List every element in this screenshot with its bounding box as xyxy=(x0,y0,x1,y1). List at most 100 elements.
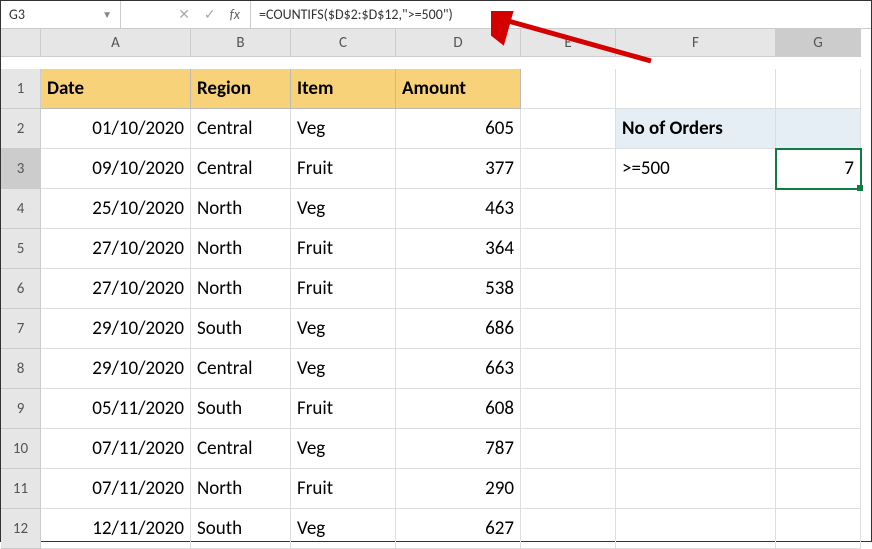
cell-G8[interactable] xyxy=(776,349,861,389)
cell-date[interactable]: 27/10/2020 xyxy=(41,229,191,269)
cell-amount[interactable]: 463 xyxy=(396,189,521,229)
cell-E2[interactable] xyxy=(521,109,616,149)
col-header-E[interactable]: E xyxy=(521,29,616,57)
cell-G5[interactable] xyxy=(776,229,861,269)
cancel-icon[interactable]: ✕ xyxy=(178,6,190,23)
cell-region[interactable]: South xyxy=(191,389,291,429)
cell-E12[interactable] xyxy=(521,509,616,549)
cell-region[interactable]: North xyxy=(191,469,291,509)
cell-region[interactable]: South xyxy=(191,309,291,349)
cell-E7[interactable] xyxy=(521,309,616,349)
summary-result[interactable]: 7 xyxy=(776,149,861,189)
cell-F7[interactable] xyxy=(616,309,776,349)
cell-G4[interactable] xyxy=(776,189,861,229)
col-header-F[interactable]: F xyxy=(616,29,776,57)
cell-amount[interactable]: 608 xyxy=(396,389,521,429)
chevron-down-icon[interactable]: ▼ xyxy=(102,8,112,21)
summary-title[interactable]: No of Orders xyxy=(616,109,776,149)
cell-amount[interactable]: 290 xyxy=(396,469,521,509)
cell-date[interactable]: 29/10/2020 xyxy=(41,309,191,349)
cell-item[interactable]: Veg xyxy=(291,109,396,149)
cell-date[interactable]: 29/10/2020 xyxy=(41,349,191,389)
cell-amount[interactable]: 787 xyxy=(396,429,521,469)
header-region[interactable]: Region xyxy=(191,69,291,109)
cell-item[interactable]: Veg xyxy=(291,349,396,389)
cell-E11[interactable] xyxy=(521,469,616,509)
cell-date[interactable]: 07/11/2020 xyxy=(41,469,191,509)
cell-G1[interactable] xyxy=(776,69,861,109)
cell-F5[interactable] xyxy=(616,229,776,269)
cell-E1[interactable] xyxy=(521,69,616,109)
cell-amount[interactable]: 627 xyxy=(396,509,521,549)
col-header-C[interactable]: C xyxy=(291,29,396,57)
spreadsheet-grid[interactable]: A B C D E F G 1 Date Region Item Amount … xyxy=(1,29,871,549)
cell-region[interactable]: North xyxy=(191,229,291,269)
cell-date[interactable]: 27/10/2020 xyxy=(41,269,191,309)
col-header-A[interactable]: A xyxy=(41,29,191,57)
header-amount[interactable]: Amount xyxy=(396,69,521,109)
select-all-corner[interactable] xyxy=(1,29,41,57)
cell-F4[interactable] xyxy=(616,189,776,229)
col-header-G[interactable]: G xyxy=(776,29,861,57)
cell-G11[interactable] xyxy=(776,469,861,509)
cell-E10[interactable] xyxy=(521,429,616,469)
row-header-3[interactable]: 3 xyxy=(1,149,41,189)
cell-amount[interactable]: 663 xyxy=(396,349,521,389)
cell-amount[interactable]: 605 xyxy=(396,109,521,149)
cell-item[interactable]: Fruit xyxy=(291,229,396,269)
accept-icon[interactable]: ✓ xyxy=(204,6,216,23)
cell-G2[interactable] xyxy=(776,109,861,149)
cell-G12[interactable] xyxy=(776,509,861,549)
name-box[interactable]: G3 ▼ xyxy=(1,1,121,28)
cell-region[interactable]: Central xyxy=(191,349,291,389)
cell-item[interactable]: Fruit xyxy=(291,149,396,189)
cell-F8[interactable] xyxy=(616,349,776,389)
cell-F12[interactable] xyxy=(616,509,776,549)
cell-region[interactable]: North xyxy=(191,269,291,309)
cell-item[interactable]: Fruit xyxy=(291,269,396,309)
cell-amount[interactable]: 686 xyxy=(396,309,521,349)
cell-F9[interactable] xyxy=(616,389,776,429)
cell-G7[interactable] xyxy=(776,309,861,349)
row-header-1[interactable]: 1 xyxy=(1,69,41,109)
cell-F10[interactable] xyxy=(616,429,776,469)
row-header-2[interactable]: 2 xyxy=(1,109,41,149)
cell-G9[interactable] xyxy=(776,389,861,429)
cell-region[interactable]: North xyxy=(191,189,291,229)
cell-date[interactable]: 09/10/2020 xyxy=(41,149,191,189)
cell-item[interactable]: Fruit xyxy=(291,389,396,429)
cell-G10[interactable] xyxy=(776,429,861,469)
cell-item[interactable]: Veg xyxy=(291,509,396,549)
cell-date[interactable]: 01/10/2020 xyxy=(41,109,191,149)
cell-region[interactable]: Central xyxy=(191,429,291,469)
row-header-10[interactable]: 10 xyxy=(1,429,41,469)
cell-amount[interactable]: 377 xyxy=(396,149,521,189)
cell-E3[interactable] xyxy=(521,149,616,189)
cell-region[interactable]: Central xyxy=(191,109,291,149)
row-header-5[interactable]: 5 xyxy=(1,229,41,269)
cell-item[interactable]: Veg xyxy=(291,309,396,349)
cell-E6[interactable] xyxy=(521,269,616,309)
fx-icon[interactable]: fx xyxy=(230,6,240,23)
cell-F6[interactable] xyxy=(616,269,776,309)
row-header-11[interactable]: 11 xyxy=(1,469,41,509)
cell-G6[interactable] xyxy=(776,269,861,309)
cell-F11[interactable] xyxy=(616,469,776,509)
header-item[interactable]: Item xyxy=(291,69,396,109)
row-header-9[interactable]: 9 xyxy=(1,389,41,429)
col-header-B[interactable]: B xyxy=(191,29,291,57)
cell-amount[interactable]: 538 xyxy=(396,269,521,309)
row-header-8[interactable]: 8 xyxy=(1,349,41,389)
cell-region[interactable]: South xyxy=(191,509,291,549)
cell-item[interactable]: Veg xyxy=(291,429,396,469)
cell-date[interactable]: 05/11/2020 xyxy=(41,389,191,429)
row-header-7[interactable]: 7 xyxy=(1,309,41,349)
cell-date[interactable]: 12/11/2020 xyxy=(41,509,191,549)
summary-criteria[interactable]: >=500 xyxy=(616,149,776,189)
cell-amount[interactable]: 364 xyxy=(396,229,521,269)
cell-item[interactable]: Veg xyxy=(291,189,396,229)
cell-E5[interactable] xyxy=(521,229,616,269)
cell-region[interactable]: Central xyxy=(191,149,291,189)
cell-item[interactable]: Fruit xyxy=(291,469,396,509)
cell-date[interactable]: 25/10/2020 xyxy=(41,189,191,229)
